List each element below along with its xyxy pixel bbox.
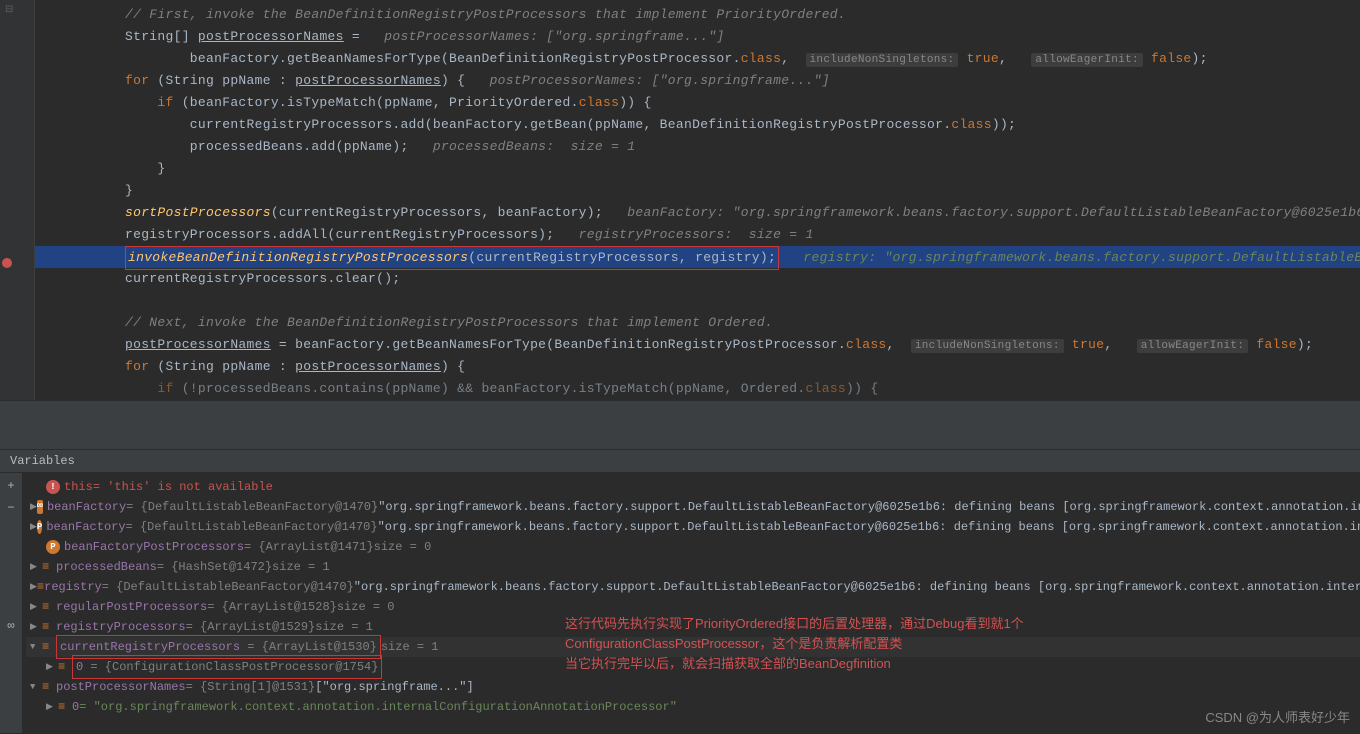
variables-header: Variables (0, 450, 1360, 473)
gutter: ⊟ (0, 0, 35, 400)
param-icon: P (46, 540, 60, 554)
var-postprocessornames[interactable]: ▼≡postProcessorNames = {String[1]@1531} … (26, 677, 1360, 697)
breakpoint-icon[interactable] (2, 258, 12, 268)
variables-toolbar: + − ∞ (0, 473, 22, 733)
error-icon: ! (46, 480, 60, 494)
list-icon: ≡ (42, 557, 56, 577)
var-bfpp[interactable]: PbeanFactoryPostProcessors = {ArrayList@… (26, 537, 1360, 557)
expand-icon[interactable]: ▶ (30, 557, 42, 577)
comment: // First, invoke the BeanDefinitionRegis… (125, 7, 846, 22)
infinity-icon: ∞ (37, 500, 43, 514)
var-this[interactable]: !this = 'this' is not available (26, 477, 1360, 497)
param-icon: P (37, 520, 42, 534)
var-registry[interactable]: ▶≡registry = {DefaultListableBeanFactory… (26, 577, 1360, 597)
list-icon: ≡ (58, 697, 72, 717)
remove-watch-icon[interactable]: − (2, 499, 20, 517)
expand-icon[interactable]: ▶ (30, 617, 42, 637)
list-icon: ≡ (42, 597, 56, 617)
variables-tree[interactable]: !this = 'this' is not available ▶∞beanFa… (0, 473, 1360, 717)
gutter-fold-icon[interactable]: ⊟ (5, 4, 25, 20)
var-beanfactory2[interactable]: ▶PbeanFactory = {DefaultListableBeanFact… (26, 517, 1360, 537)
watermark: CSDN @为人师表好少年 (1205, 707, 1350, 726)
var-ppn-item0[interactable]: ▶≡0 = "org.springframework.context.annot… (26, 697, 1360, 717)
list-icon: ≡ (42, 617, 56, 637)
current-execution-line: invokeBeanDefinitionRegistryPostProcesso… (35, 246, 1360, 268)
code-content: // First, invoke the BeanDefinitionRegis… (35, 0, 1360, 400)
expand-icon[interactable]: ▶ (46, 697, 58, 717)
inline-hint: postProcessorNames: ["org.springframe...… (384, 29, 724, 44)
code-editor[interactable]: ⊟ // First, invoke the BeanDefinitionReg… (0, 0, 1360, 400)
expand-icon[interactable]: ▶ (30, 597, 42, 617)
collapse-icon[interactable]: ▼ (30, 677, 42, 697)
variables-panel: Variables + − ∞ !this = 'this' is not av… (0, 450, 1360, 717)
expand-icon[interactable]: ▶ (30, 517, 37, 537)
var-processedbeans[interactable]: ▶≡processedBeans = {HashSet@1472} size =… (26, 557, 1360, 577)
list-icon: ≡ (58, 657, 72, 677)
var-beanfactory[interactable]: ▶∞beanFactory = {DefaultListableBeanFact… (26, 497, 1360, 517)
add-watch-icon[interactable]: + (2, 477, 20, 495)
list-icon: ≡ (42, 637, 56, 657)
expand-icon[interactable]: ▶ (46, 657, 58, 677)
expand-icon[interactable]: ▶ (30, 497, 37, 517)
panel-divider[interactable] (0, 400, 1360, 450)
collapse-icon[interactable]: ▼ (30, 637, 42, 657)
annotation-overlay: 这行代码先执行实现了PriorityOrdered接口的后置处理器，通过Debu… (565, 614, 1024, 674)
link-icon[interactable]: ∞ (2, 617, 20, 635)
list-icon: ≡ (42, 677, 56, 697)
list-icon: ≡ (37, 577, 44, 597)
expand-icon[interactable]: ▶ (30, 577, 37, 597)
